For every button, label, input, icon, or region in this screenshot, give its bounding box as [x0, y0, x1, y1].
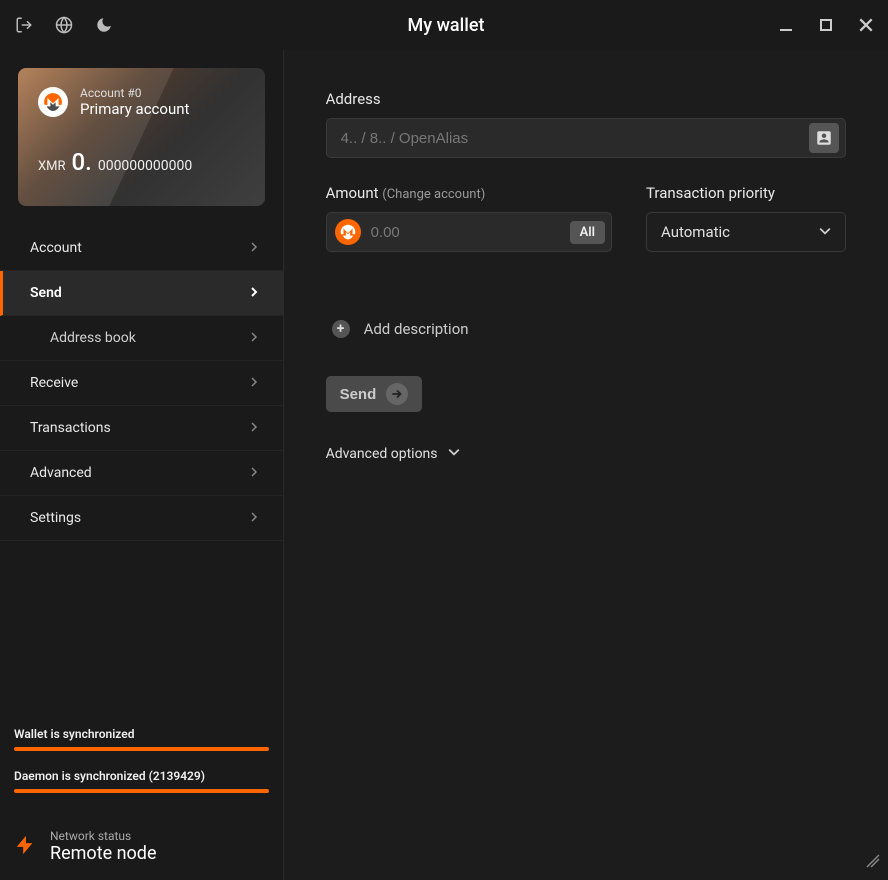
balance-currency: XMR: [38, 159, 66, 174]
chevron-right-icon: [249, 420, 259, 436]
send-button-label: Send: [340, 386, 377, 403]
amount-input[interactable]: [371, 224, 570, 241]
wallet-sync-bar: [14, 747, 269, 751]
nav-label: Transactions: [30, 420, 111, 436]
address-input-wrap: [326, 118, 846, 158]
nav-label: Account: [30, 240, 82, 256]
priority-select[interactable]: Automatic: [646, 212, 846, 252]
priority-label: Transaction priority: [646, 184, 846, 202]
add-description-button[interactable]: + Add description: [332, 320, 846, 338]
send-button[interactable]: Send: [326, 376, 423, 412]
balance-integer: 0.: [72, 148, 92, 176]
account-card[interactable]: Account #0 Primary account XMR 0. 000000…: [18, 68, 265, 206]
priority-value: Automatic: [661, 223, 730, 241]
chevron-down-icon: [819, 223, 831, 241]
chevron-right-icon: [249, 240, 259, 256]
amount-input-wrap: All: [326, 212, 612, 252]
chevron-right-icon: [249, 465, 259, 481]
nav-receive[interactable]: Receive: [0, 361, 283, 406]
send-panel: Address Amount (Change account) All: [284, 50, 888, 880]
wallet-sync-label: Wallet is synchronized: [14, 727, 269, 741]
nav-transactions[interactable]: Transactions: [0, 406, 283, 451]
window-title: My wallet: [116, 15, 776, 36]
nav-label: Address book: [50, 330, 136, 346]
daemon-sync-bar: [14, 789, 269, 793]
chevron-right-icon: [249, 375, 259, 391]
globe-icon[interactable]: [52, 13, 76, 37]
network-status[interactable]: Network status Remote node: [0, 821, 283, 880]
chevron-right-icon: [249, 330, 259, 346]
daemon-sync-label: Daemon is synchronized (2139429): [14, 769, 269, 783]
address-label: Address: [326, 90, 846, 108]
change-account-link[interactable]: (Change account): [382, 187, 485, 202]
maximize-button[interactable]: [816, 15, 836, 35]
close-button[interactable]: [856, 15, 876, 35]
nav: Account Send Address book Receive: [0, 226, 283, 541]
balance-decimals: 000000000000: [98, 158, 192, 174]
account-name: Primary account: [80, 100, 189, 118]
chevron-down-icon: [448, 446, 460, 462]
nav-settings[interactable]: Settings: [0, 496, 283, 541]
chevron-right-icon: [249, 285, 259, 301]
monero-logo-icon: [38, 87, 68, 117]
chevron-right-icon: [249, 510, 259, 526]
network-status-label: Network status: [50, 829, 157, 843]
resize-handle-icon[interactable]: [866, 853, 880, 872]
arrow-right-icon: [386, 383, 408, 405]
address-input[interactable]: [341, 130, 809, 147]
network-status-value: Remote node: [50, 843, 157, 864]
add-description-label: Add description: [364, 320, 469, 338]
account-number: Account #0: [80, 86, 189, 100]
nav-account[interactable]: Account: [0, 226, 283, 271]
nav-label: Advanced: [30, 465, 92, 481]
monero-coin-icon: [335, 219, 361, 245]
bolt-icon: [14, 831, 36, 863]
advanced-options-label: Advanced options: [326, 446, 438, 462]
nav-label: Receive: [30, 375, 78, 391]
plus-icon: +: [332, 320, 350, 338]
nav-label: Settings: [30, 510, 81, 526]
amount-label: Amount (Change account): [326, 184, 612, 202]
sync-section: Wallet is synchronized Daemon is synchro…: [0, 717, 283, 821]
nav-send[interactable]: Send: [0, 271, 283, 316]
logout-icon[interactable]: [12, 13, 36, 37]
amount-all-button[interactable]: All: [570, 221, 605, 244]
titlebar: My wallet: [0, 0, 888, 50]
nav-address-book[interactable]: Address book: [0, 316, 283, 361]
nav-advanced[interactable]: Advanced: [0, 451, 283, 496]
nav-label: Send: [30, 285, 62, 301]
address-book-button[interactable]: [809, 123, 839, 153]
minimize-button[interactable]: [776, 15, 796, 35]
advanced-options-toggle[interactable]: Advanced options: [326, 446, 846, 462]
moon-icon[interactable]: [92, 13, 116, 37]
sidebar: Account #0 Primary account XMR 0. 000000…: [0, 50, 284, 880]
